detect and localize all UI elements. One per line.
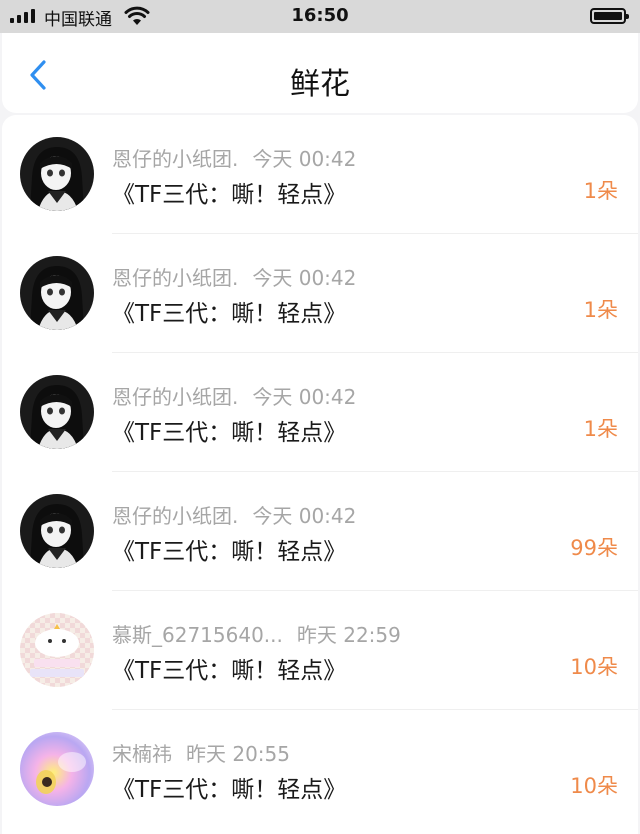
avatar[interactable] <box>20 494 94 568</box>
page-title: 鲜花 <box>290 67 350 102</box>
timestamp: 今天 00:42 <box>252 385 357 409</box>
item-meta: 恩仔的小纸团. 今天 00:42 <box>112 143 356 172</box>
avatar[interactable] <box>20 137 94 211</box>
flower-count: 1朵 <box>583 179 618 203</box>
user-name[interactable]: 慕斯_62715640... <box>112 623 283 647</box>
work-title: 《TF三代：嘶！轻点》 <box>112 539 347 565</box>
item-meta: 恩仔的小纸团. 今天 00:42 <box>112 500 356 529</box>
work-title: 《TF三代：嘶！轻点》 <box>112 420 347 446</box>
list-item[interactable]: 慕斯_62715640... 昨天 22:59 《TF三代：嘶！轻点》 10朵 <box>2 591 638 710</box>
avatar[interactable] <box>20 375 94 449</box>
navigation-bar: 鲜花 <box>2 33 638 113</box>
item-meta: 恩仔的小纸团. 今天 00:42 <box>112 262 356 291</box>
list-item[interactable]: 恩仔的小纸团. 今天 00:42 《TF三代：嘶！轻点》 1朵 <box>2 234 638 353</box>
avatar[interactable] <box>20 256 94 330</box>
list-item[interactable]: 宋楠祎 昨天 20:55 《TF三代：嘶！轻点》 10朵 <box>2 710 638 829</box>
flower-count: 10朵 <box>570 655 618 679</box>
user-name[interactable]: 恩仔的小纸团. <box>112 147 238 171</box>
avatar[interactable] <box>20 732 94 806</box>
flower-count: 1朵 <box>583 417 618 441</box>
work-title: 《TF三代：嘶！轻点》 <box>112 658 347 684</box>
status-time: 16:50 <box>291 5 349 26</box>
list-item[interactable]: 恩仔的小纸团. 今天 00:42 《TF三代：嘶！轻点》 99朵 <box>2 472 638 591</box>
work-title: 《TF三代：嘶！轻点》 <box>112 301 347 327</box>
work-title: 《TF三代：嘶！轻点》 <box>112 182 347 208</box>
timestamp: 昨天 20:55 <box>186 742 290 766</box>
avatar[interactable] <box>20 613 94 687</box>
list-item[interactable]: 恩仔的小纸团. 今天 00:42 《TF三代：嘶！轻点》 1朵 <box>2 115 638 234</box>
item-meta: 慕斯_62715640... 昨天 22:59 <box>112 619 401 648</box>
user-name[interactable]: 恩仔的小纸团. <box>112 385 238 409</box>
user-name[interactable]: 宋楠祎 <box>112 742 172 766</box>
status-bar: 中国联通 16:50 <box>0 0 640 33</box>
timestamp: 昨天 22:59 <box>296 623 401 647</box>
battery-icon <box>590 8 629 24</box>
timestamp: 今天 00:42 <box>252 147 357 171</box>
work-title: 《TF三代：嘶！轻点》 <box>112 777 347 803</box>
flower-count: 1朵 <box>583 298 618 322</box>
user-name[interactable]: 恩仔的小纸团. <box>112 504 238 528</box>
item-meta: 恩仔的小纸团. 今天 00:42 <box>112 381 356 410</box>
flower-count: 99朵 <box>570 536 618 560</box>
flower-count: 10朵 <box>570 774 618 798</box>
flower-record-list: 恩仔的小纸团. 今天 00:42 《TF三代：嘶！轻点》 1朵 恩仔的小纸团. 今天 00… <box>2 115 638 834</box>
timestamp: 今天 00:42 <box>252 266 357 290</box>
timestamp: 今天 00:42 <box>252 504 357 528</box>
list-item[interactable]: 恩仔的小纸团. 今天 00:42 《TF三代：嘶！轻点》 1朵 <box>2 353 638 472</box>
item-meta: 宋楠祎 昨天 20:55 <box>112 738 290 767</box>
user-name[interactable]: 恩仔的小纸团. <box>112 266 238 290</box>
